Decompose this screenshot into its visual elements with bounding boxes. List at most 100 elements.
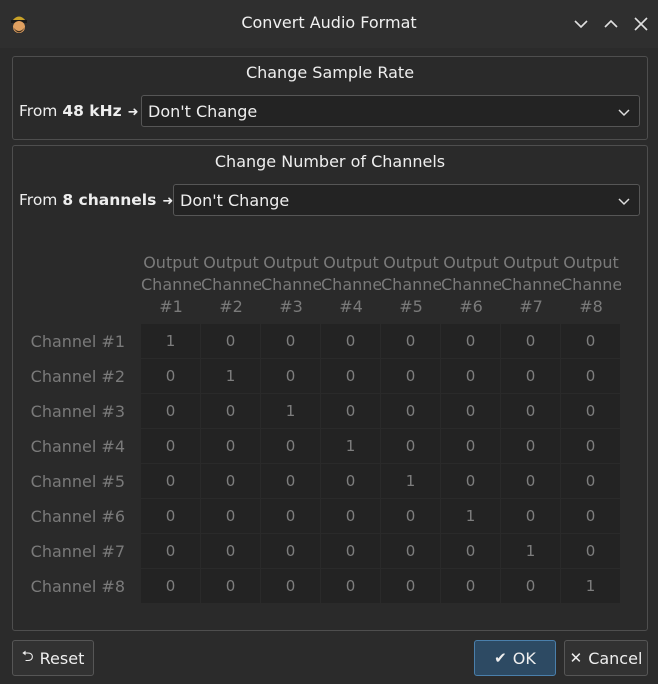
matrix-cell[interactable]: 0 (501, 464, 560, 498)
matrix-cell[interactable]: 0 (381, 429, 440, 463)
reset-label: Reset (39, 648, 85, 668)
matrix-cell[interactable]: 0 (561, 359, 620, 393)
matrix-cell[interactable]: 0 (321, 534, 380, 568)
header-line: Output (143, 253, 199, 272)
matrix-cell[interactable]: 0 (261, 464, 320, 498)
matrix-cell[interactable]: 1 (201, 359, 260, 393)
matrix-cell[interactable]: 0 (441, 324, 500, 358)
matrix-cell[interactable]: 0 (501, 394, 560, 428)
matrix-cell[interactable]: 0 (381, 324, 440, 358)
output-channel-header: Output Channel #2 (201, 252, 261, 318)
title-bar: Convert Audio Format (0, 0, 658, 48)
matrix-cell[interactable]: 0 (201, 499, 260, 533)
close-icon: ✕ (569, 649, 583, 667)
matrix-cell[interactable]: 1 (321, 429, 380, 463)
input-channel-label: Channel #3 (30, 402, 125, 421)
matrix-cell[interactable]: 0 (501, 324, 560, 358)
matrix-cell[interactable]: 0 (381, 359, 440, 393)
minimize-icon[interactable] (571, 14, 591, 34)
header-line: Channel (501, 275, 561, 294)
arrow-right-icon: ➜ (162, 194, 174, 209)
matrix-cell[interactable]: 0 (261, 429, 320, 463)
header-line: Channel (141, 275, 201, 294)
matrix-cell[interactable]: 0 (441, 394, 500, 428)
matrix-cell[interactable]: 0 (141, 569, 200, 603)
matrix-cell[interactable]: 1 (561, 569, 620, 603)
matrix-cell[interactable]: 0 (261, 569, 320, 603)
matrix-cell[interactable]: 0 (561, 499, 620, 533)
cancel-button[interactable]: ✕ Cancel (564, 640, 648, 676)
matrix-cell[interactable]: 0 (561, 429, 620, 463)
matrix-cell[interactable]: 0 (441, 359, 500, 393)
output-channel-header: Output Channel #3 (261, 252, 321, 318)
sample-rate-select[interactable]: Don't Change (141, 95, 640, 127)
header-line: Channel (201, 275, 261, 294)
matrix-cell[interactable]: 1 (141, 324, 200, 358)
matrix-cell[interactable]: 1 (441, 499, 500, 533)
matrix-cell[interactable]: 0 (441, 429, 500, 463)
matrix-cell[interactable]: 0 (141, 359, 200, 393)
header-line: #6 (459, 297, 483, 316)
matrix-cell[interactable]: 0 (141, 429, 200, 463)
maximize-icon[interactable] (601, 14, 621, 34)
matrix-cell[interactable]: 0 (321, 499, 380, 533)
matrix-cell[interactable]: 0 (381, 534, 440, 568)
matrix-cell[interactable]: 0 (381, 499, 440, 533)
matrix-cell[interactable]: 0 (441, 464, 500, 498)
header-line: Output (503, 253, 559, 272)
header-line: Output (443, 253, 499, 272)
matrix-cell[interactable]: 0 (321, 464, 380, 498)
matrix-cell[interactable]: 1 (501, 534, 560, 568)
sample-rate-value: 48 kHz (62, 102, 122, 120)
channels-title: Change Number of Channels (214, 152, 446, 171)
matrix-cell[interactable]: 0 (441, 569, 500, 603)
matrix-cell[interactable]: 0 (321, 569, 380, 603)
sample-rate-title: Change Sample Rate (245, 63, 415, 82)
matrix-cell[interactable]: 0 (321, 324, 380, 358)
matrix-cell[interactable]: 0 (201, 569, 260, 603)
matrix-cell[interactable]: 0 (501, 429, 560, 463)
matrix-cell[interactable]: 0 (261, 534, 320, 568)
output-channel-header: Output Channel #4 (321, 252, 381, 318)
matrix-cell[interactable]: 0 (201, 534, 260, 568)
header-line: Output (383, 253, 439, 272)
matrix-cell[interactable]: 0 (321, 359, 380, 393)
matrix-cell[interactable]: 0 (261, 359, 320, 393)
matrix-cell[interactable]: 0 (261, 324, 320, 358)
matrix-cell[interactable]: 0 (561, 464, 620, 498)
from-prefix: From (19, 191, 58, 209)
arrow-right-icon: ➜ (127, 105, 139, 120)
matrix-cell[interactable]: 0 (201, 394, 260, 428)
header-line: Output (263, 253, 319, 272)
matrix-cell[interactable]: 0 (561, 394, 620, 428)
header-line: #2 (219, 297, 243, 316)
ok-button[interactable]: ✔ OK (474, 640, 556, 676)
matrix-cell[interactable]: 1 (261, 394, 320, 428)
matrix-cell[interactable]: 0 (141, 499, 200, 533)
input-channel-label: Channel #2 (30, 367, 125, 386)
matrix-cell[interactable]: 0 (381, 569, 440, 603)
matrix-cell[interactable]: 1 (381, 464, 440, 498)
matrix-cell[interactable]: 0 (141, 464, 200, 498)
close-icon[interactable] (631, 14, 651, 34)
matrix-cell[interactable]: 0 (561, 534, 620, 568)
matrix-cell[interactable]: 0 (201, 464, 260, 498)
matrix-cell[interactable]: 0 (501, 499, 560, 533)
matrix-cell[interactable]: 0 (201, 429, 260, 463)
matrix-cell[interactable]: 0 (561, 324, 620, 358)
matrix-cell[interactable]: 0 (261, 499, 320, 533)
window-title: Convert Audio Format (241, 13, 417, 32)
matrix-cell[interactable]: 0 (141, 394, 200, 428)
matrix-cell[interactable]: 0 (441, 534, 500, 568)
input-channel-label: Channel #4 (30, 437, 125, 456)
reset-button[interactable]: ⮌ Reset (12, 640, 94, 676)
matrix-cell[interactable]: 0 (501, 569, 560, 603)
channels-selected: Don't Change (180, 191, 290, 210)
matrix-cell[interactable]: 0 (321, 394, 380, 428)
channels-from-label: From 8 channels ➜ (19, 191, 173, 209)
channels-select[interactable]: Don't Change (173, 184, 640, 216)
matrix-cell[interactable]: 0 (501, 359, 560, 393)
matrix-cell[interactable]: 0 (381, 394, 440, 428)
matrix-cell[interactable]: 0 (201, 324, 260, 358)
matrix-cell[interactable]: 0 (141, 534, 200, 568)
